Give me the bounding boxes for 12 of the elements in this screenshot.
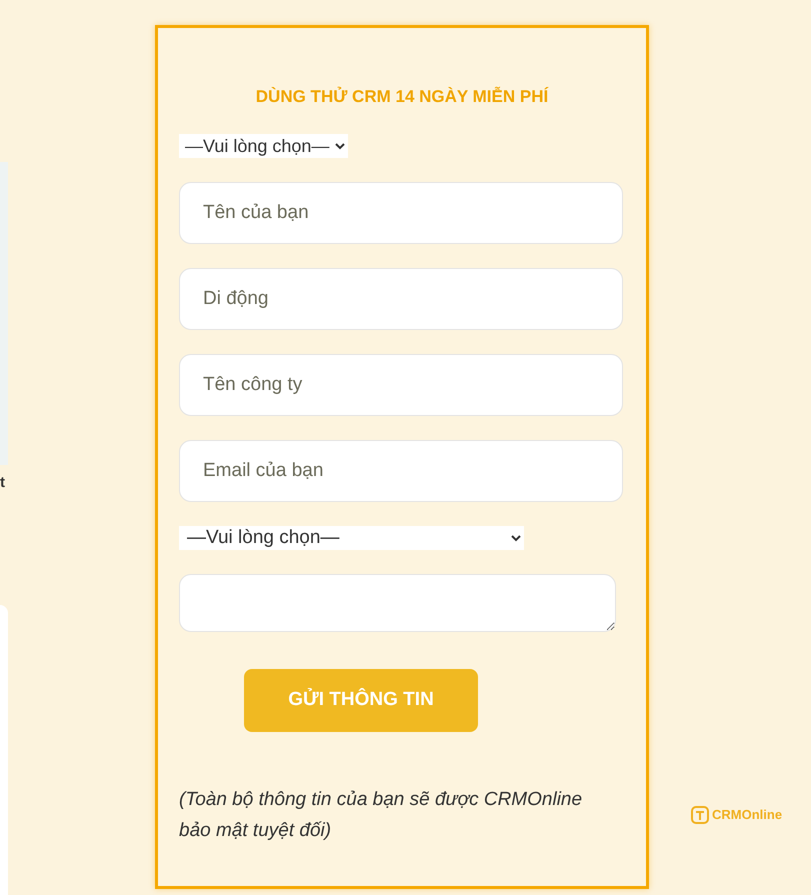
input-field[interactable]: Tên công ty (179, 354, 623, 416)
select-field[interactable]: —Vui lòng chọn— (179, 134, 348, 158)
input-field[interactable]: Email của bạn (179, 440, 623, 502)
logo-icon (691, 806, 709, 824)
caption-text: t (0, 473, 6, 493)
message-field[interactable] (179, 574, 616, 632)
input-field[interactable]: Di động (179, 268, 623, 330)
privacy-note: (Toàn bộ thông tin của bạn sẽ được CRMOnline bảo mật tuyệt đối) (179, 788, 584, 842)
logo-text: CRMOnline (712, 806, 782, 824)
form-title: DÙNG THỬ CRM 14 NGÀY MIỄN PHÍ (254, 86, 550, 108)
input-field[interactable]: Tên của bạn (179, 182, 623, 244)
select-field[interactable]: —Vui lòng chọn— (179, 526, 524, 550)
